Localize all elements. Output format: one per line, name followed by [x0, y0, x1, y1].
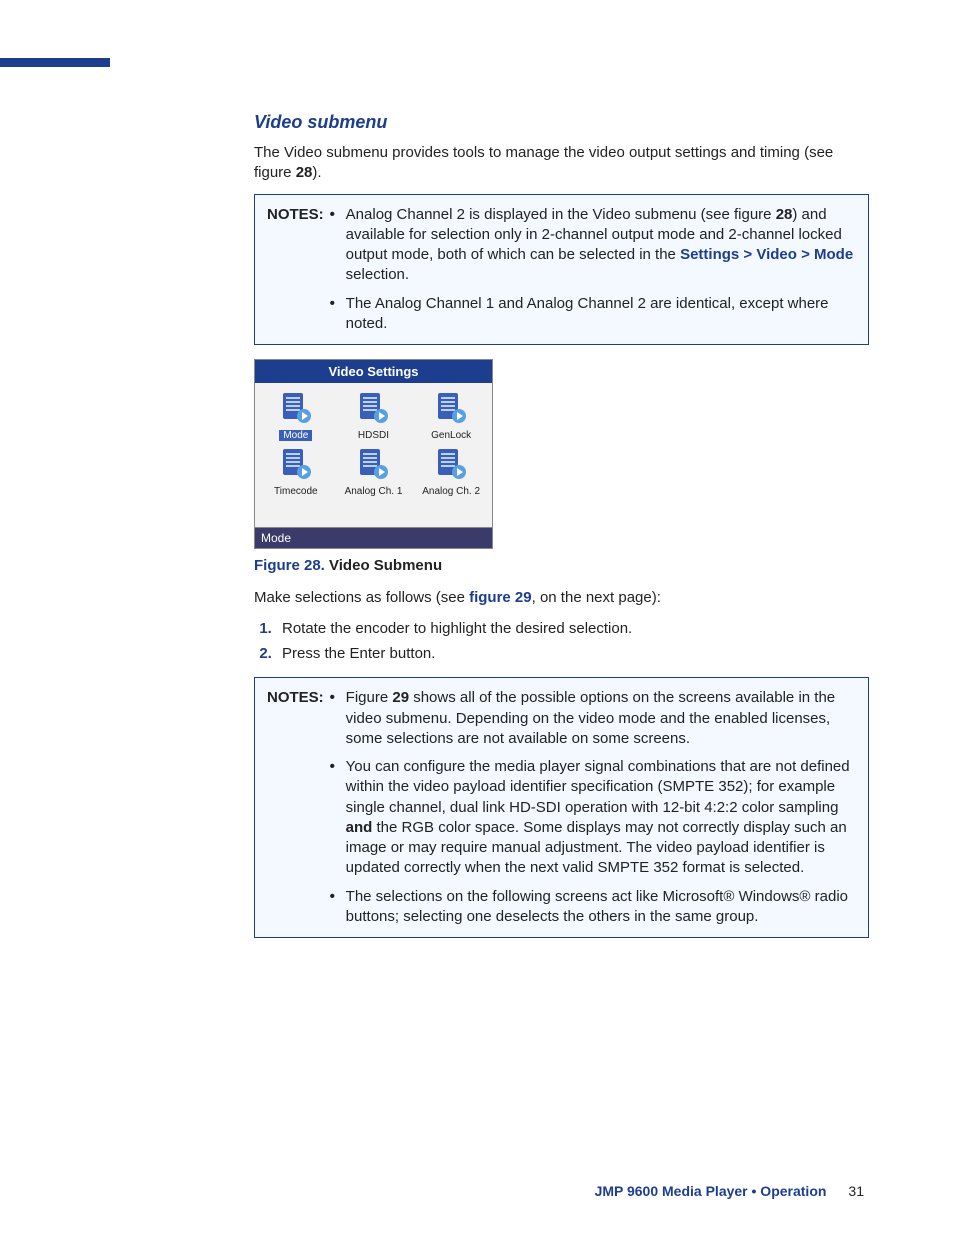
video-mode-icon [281, 393, 311, 423]
icon-label-analog1: Analog Ch. 1 [345, 486, 403, 497]
figure-29-link[interactable]: figure 29 [469, 589, 532, 606]
section-heading: Video submenu [254, 112, 869, 133]
note-item: • You can configure the media player sig… [330, 757, 856, 879]
notes-label: NOTES: [267, 205, 324, 335]
video-analog2-icon [436, 449, 466, 479]
note-item: • The Analog Channel 1 and Analog Channe… [330, 294, 856, 335]
intro-paragraph: The Video submenu provides tools to mana… [254, 143, 869, 184]
figure-28-caption: Figure 28. Video Submenu [254, 557, 869, 574]
icon-label-analog2: Analog Ch. 2 [422, 486, 480, 497]
notes-box-1: NOTES: • Analog Channel 2 is displayed i… [254, 194, 869, 346]
video-genlock-icon [436, 393, 466, 423]
icon-label-genlock: GenLock [431, 430, 471, 441]
icon-label-timecode: Timecode [274, 486, 318, 497]
top-accent-bar [0, 58, 110, 67]
note-item: • Analog Channel 2 is displayed in the V… [330, 205, 856, 286]
video-timecode-icon [281, 449, 311, 479]
page-footer: JMP 9600 Media Player • Operation31 [595, 1183, 864, 1199]
notes-label: NOTES: [267, 688, 324, 927]
note-item: • Figure 29 shows all of the possible op… [330, 688, 856, 749]
make-selections-paragraph: Make selections as follows (see figure 2… [254, 588, 869, 608]
video-settings-status: Mode [255, 527, 492, 548]
step-item: Rotate the encoder to highlight the desi… [276, 618, 869, 641]
note-item: • The selections on the following screen… [330, 887, 856, 928]
video-hdsdi-icon [358, 393, 388, 423]
icon-label-hdsdi: HDSDI [358, 430, 389, 441]
video-settings-title: Video Settings [255, 360, 492, 383]
settings-path-link: Settings > Video > Mode [680, 246, 853, 263]
notes-box-2: NOTES: • Figure 29 shows all of the poss… [254, 677, 869, 938]
main-content: Video submenu The Video submenu provides… [254, 112, 869, 952]
figure-28-image: Video Settings Mode HDSDI GenLock Timeco… [254, 359, 491, 549]
video-analog1-icon [358, 449, 388, 479]
icon-label-mode: Mode [279, 430, 312, 441]
steps-list: Rotate the encoder to highlight the desi… [254, 618, 869, 665]
step-item: Press the Enter button. [276, 643, 869, 666]
